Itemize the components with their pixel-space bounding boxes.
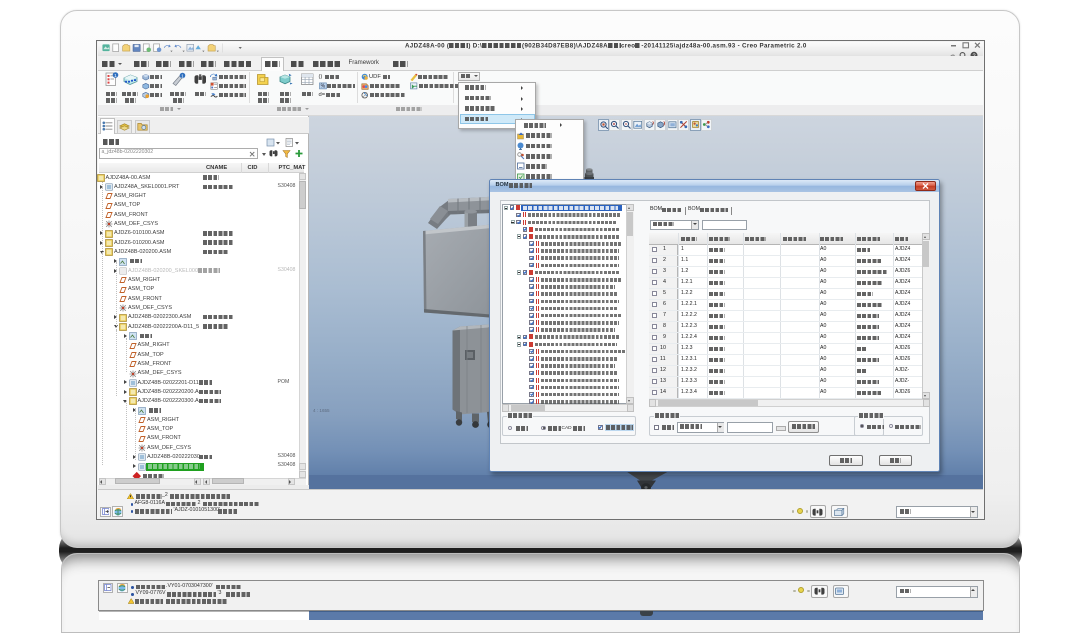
svg-text:1: 1 bbox=[114, 73, 117, 79]
svg-text:1: 1 bbox=[181, 73, 184, 79]
svg-text:%: % bbox=[320, 84, 325, 90]
